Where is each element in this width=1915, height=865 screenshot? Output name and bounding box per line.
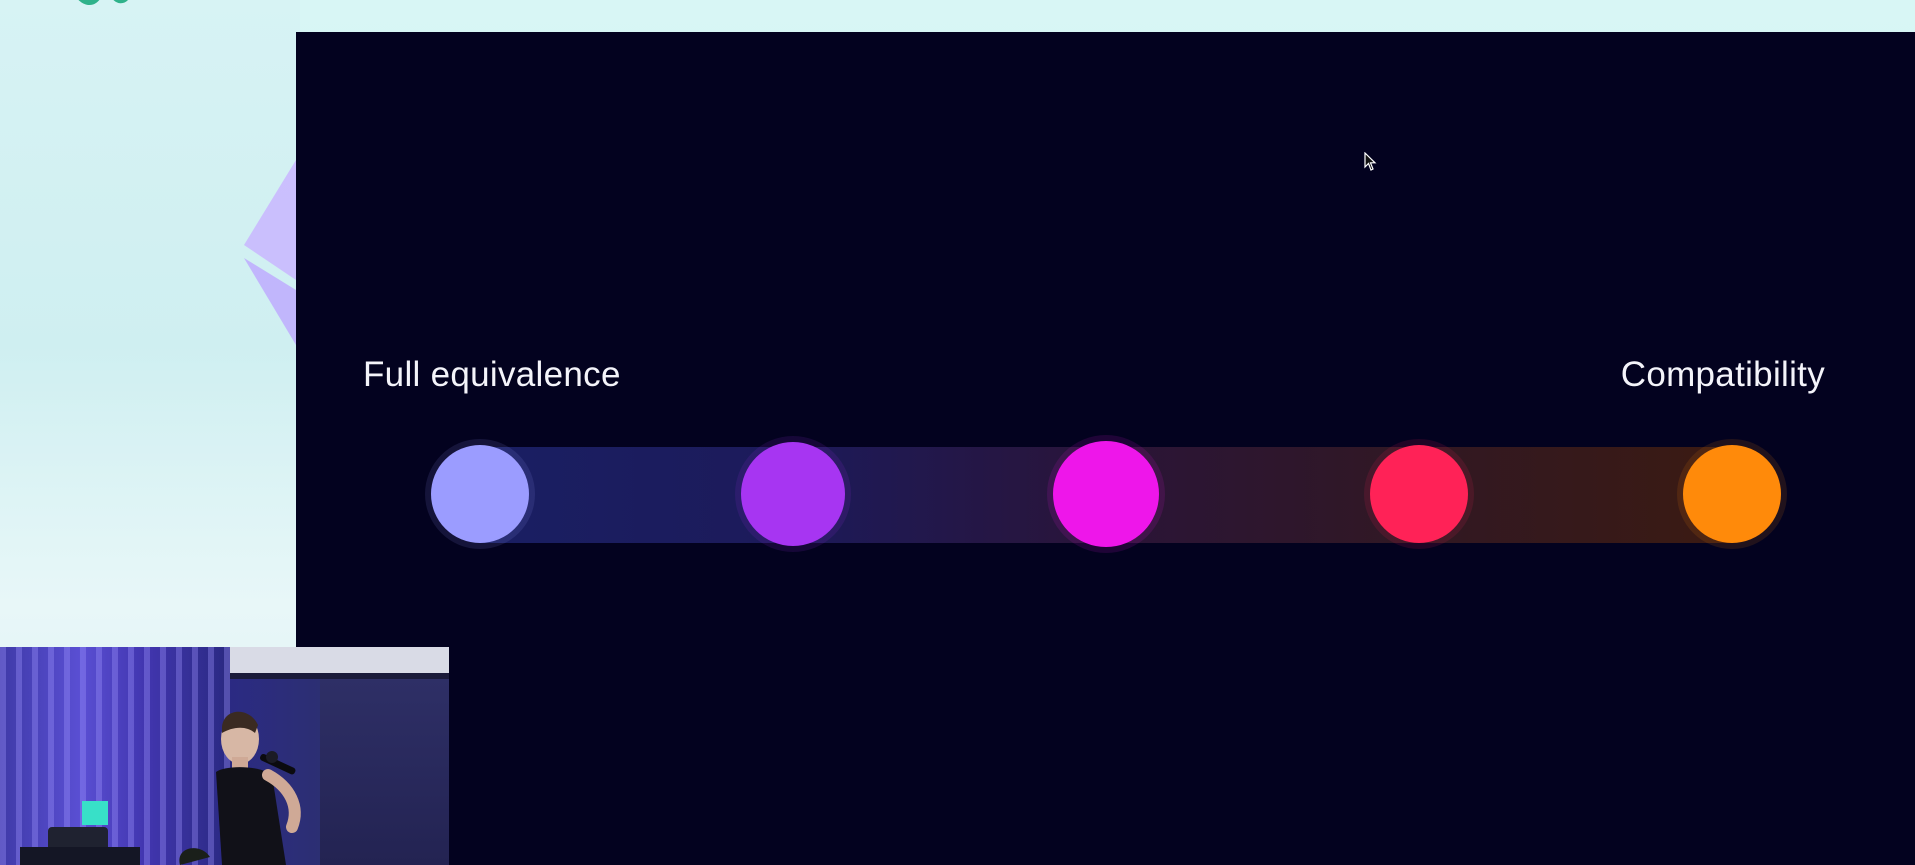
- speaker-figure: [20, 711, 301, 865]
- full-equivalence-label: Full equivalence: [363, 355, 621, 394]
- presentation-slide: [296, 32, 1915, 865]
- video-frame: Full equivalence Compatibility: [0, 0, 1915, 865]
- event-logo-icon: [78, 0, 128, 5]
- mouse-pointer-icon: [1364, 152, 1377, 171]
- compatibility-label: Compatibility: [1620, 355, 1825, 394]
- speaker-camera-overlay: [0, 647, 449, 865]
